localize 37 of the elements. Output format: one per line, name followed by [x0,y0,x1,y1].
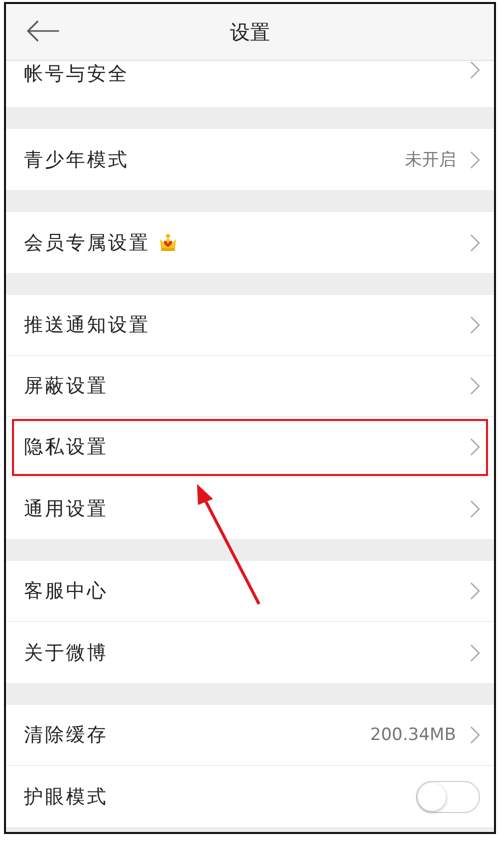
chevron-right-icon [470,234,480,252]
chevron-right-icon [470,150,480,168]
row-label: 屏蔽设置 [24,374,108,399]
row-label: 关于微博 [24,640,108,666]
row-label: 护眼模式 [24,784,108,810]
row-label: 推送通知设置 [24,313,150,338]
chevron-right-icon [470,500,480,518]
row-value: 200.34MB [370,725,456,745]
chevron-right-icon [470,61,480,79]
row-label: 会员专属设置 [24,230,150,256]
chevron-right-icon [470,726,480,744]
row-label: 客服中心 [24,579,108,604]
chevron-right-icon [470,377,480,395]
chevron-right-icon [470,582,480,600]
settings-row[interactable]: 隐私设置 [10,417,490,478]
row-label: 清除缓存 [24,723,108,748]
row-value: 未开启 [405,149,456,171]
row-label: 青少年模式 [24,148,129,172]
settings-row[interactable]: 推送通知设置 [6,295,494,356]
row-label: 隐私设置 [24,435,108,460]
settings-row[interactable]: 清除缓存 200.34MB [6,705,494,766]
settings-row[interactable]: 屏蔽设置 [6,356,494,417]
chevron-right-icon [470,316,480,334]
settings-row[interactable]: 客服中心 [6,561,494,622]
settings-row[interactable]: 护眼模式 [6,766,494,827]
page-title: 设置 [230,18,270,46]
settings-row[interactable]: 青少年模式 未开启 [6,129,494,190]
back-arrow-icon[interactable] [26,20,60,42]
settings-row[interactable]: 关于微博 [6,622,494,683]
settings-row[interactable]: 会员专属设置 [6,212,494,273]
settings-row[interactable]: 通用设置 [6,478,494,539]
chevron-right-icon [470,644,480,662]
chevron-right-icon [470,438,480,456]
settings-row[interactable]: 帐号与安全 [6,61,494,107]
row-label: 帐号与安全 [24,62,129,87]
row-label: 通用设置 [24,496,108,522]
toggle-switch[interactable] [416,780,480,812]
